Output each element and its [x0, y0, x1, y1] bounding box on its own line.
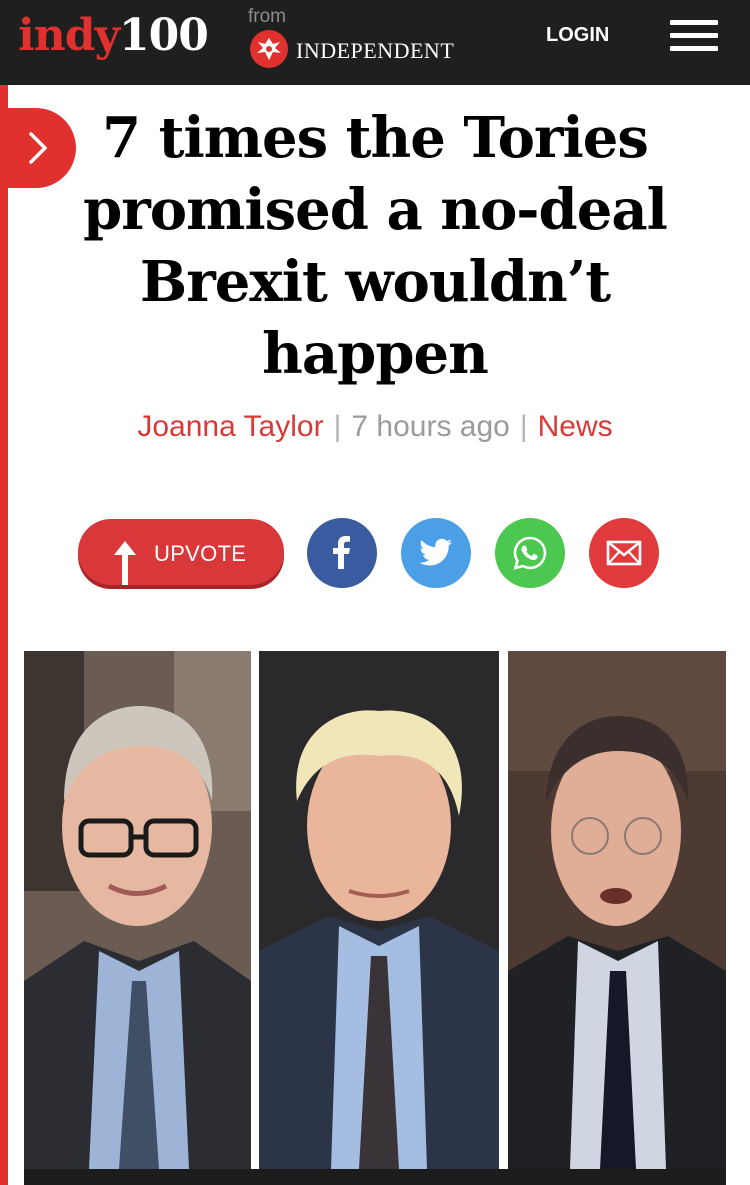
- site-header: indy100 from INDEPENDENT LOGIN: [0, 0, 750, 85]
- portrait-photo-center: [259, 651, 499, 1169]
- independent-eagle-icon: [250, 30, 288, 68]
- left-accent-bar: [0, 85, 8, 1185]
- author-link[interactable]: Joanna Taylor: [137, 410, 323, 443]
- menu-line: [670, 46, 718, 51]
- article-lead-image: [24, 651, 726, 1185]
- facebook-share-button[interactable]: [307, 518, 377, 588]
- logo-text-100: 100: [119, 10, 209, 61]
- menu-line: [670, 33, 718, 38]
- twitter-share-button[interactable]: [401, 518, 471, 588]
- arrow-up-icon: [114, 541, 136, 585]
- article-byline: Joanna Taylor | 7 hours ago | News: [0, 410, 750, 444]
- email-share-button[interactable]: [589, 518, 659, 588]
- chevron-right-icon: [29, 132, 47, 164]
- image-caption-bar: [24, 1169, 726, 1185]
- indy100-logo[interactable]: indy100: [18, 10, 209, 62]
- upvote-label: UPVOTE: [154, 541, 247, 566]
- facebook-icon: [333, 536, 350, 569]
- hamburger-menu-icon[interactable]: [670, 20, 718, 52]
- twitter-icon: [419, 538, 452, 566]
- email-icon: [606, 540, 642, 566]
- logo-text-indy: indy: [18, 10, 120, 61]
- article-headline: 7 times the Tories promised a no-deal Br…: [83, 105, 668, 387]
- publish-time: 7 hours ago: [351, 410, 510, 443]
- whatsapp-share-button[interactable]: [495, 518, 565, 588]
- portrait-photo-left: [24, 651, 251, 1169]
- from-label: from: [248, 6, 286, 27]
- login-button[interactable]: LOGIN: [546, 24, 609, 47]
- menu-line: [670, 20, 718, 25]
- portrait-photo-right: [508, 651, 726, 1169]
- byline-separator: |: [519, 410, 528, 443]
- byline-separator: |: [333, 410, 342, 443]
- section-link[interactable]: News: [538, 410, 613, 443]
- publisher-name[interactable]: INDEPENDENT: [296, 38, 454, 64]
- upvote-button[interactable]: UPVOTE: [78, 519, 284, 585]
- whatsapp-icon: [513, 536, 547, 570]
